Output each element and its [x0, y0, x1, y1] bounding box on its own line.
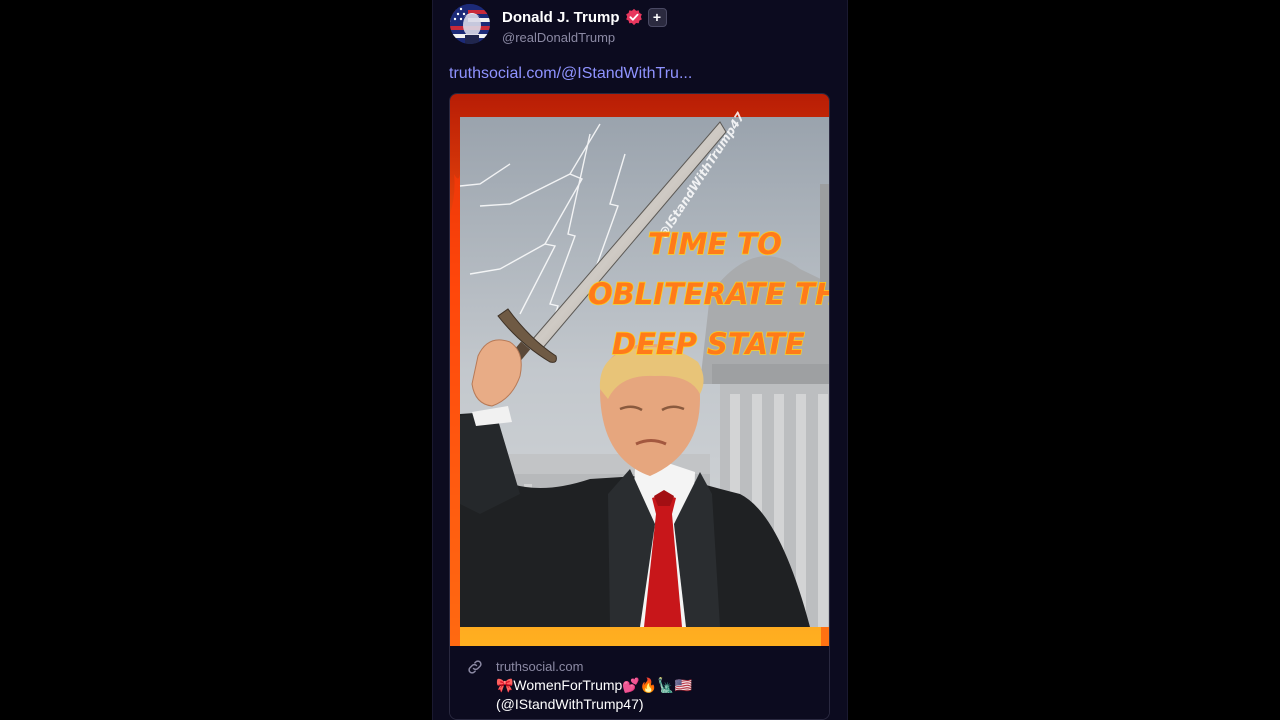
author-display-name[interactable]: Donald J. Trump: [502, 9, 620, 26]
card-title-line-2: (@IStandWithTrump47): [496, 696, 644, 712]
caption-line-2: OBLITERATE THE: [588, 277, 830, 311]
avatar[interactable]: [450, 4, 490, 44]
card-meta[interactable]: truthsocial.com 🎀WomenForTrump💕🔥🗽🇺🇸 (@IS…: [450, 646, 829, 719]
verified-badge-icon: [625, 8, 642, 26]
author-handle[interactable]: @realDonaldTrump: [502, 30, 615, 45]
plus-badge: +: [647, 7, 667, 27]
author-name-row: Donald J. Trump +: [502, 7, 667, 27]
post-link[interactable]: truthsocial.com/@IStandWithTru...: [449, 65, 692, 83]
card-title-line-1: 🎀WomenForTrump💕🔥🗽🇺🇸: [496, 677, 693, 693]
flag-portrait-avatar-icon: [450, 4, 490, 44]
caption-line-3: DEEP STATE: [612, 327, 805, 361]
preview-image-graphic: @IStandWithTrump47 TIME TO OBLITERATE TH…: [450, 94, 830, 646]
card-domain: truthsocial.com: [496, 659, 584, 674]
left-letterbox: [0, 0, 432, 720]
link-preview-card[interactable]: @IStandWithTrump47 TIME TO OBLITERATE TH…: [449, 93, 830, 720]
right-letterbox: [848, 0, 1280, 720]
card-title: 🎀WomenForTrump💕🔥🗽🇺🇸 (@IStandWithTrump47): [496, 676, 816, 714]
card-image[interactable]: @IStandWithTrump47 TIME TO OBLITERATE TH…: [450, 94, 830, 646]
link-icon: [468, 660, 482, 674]
caption-line-1: TIME TO: [648, 227, 782, 261]
